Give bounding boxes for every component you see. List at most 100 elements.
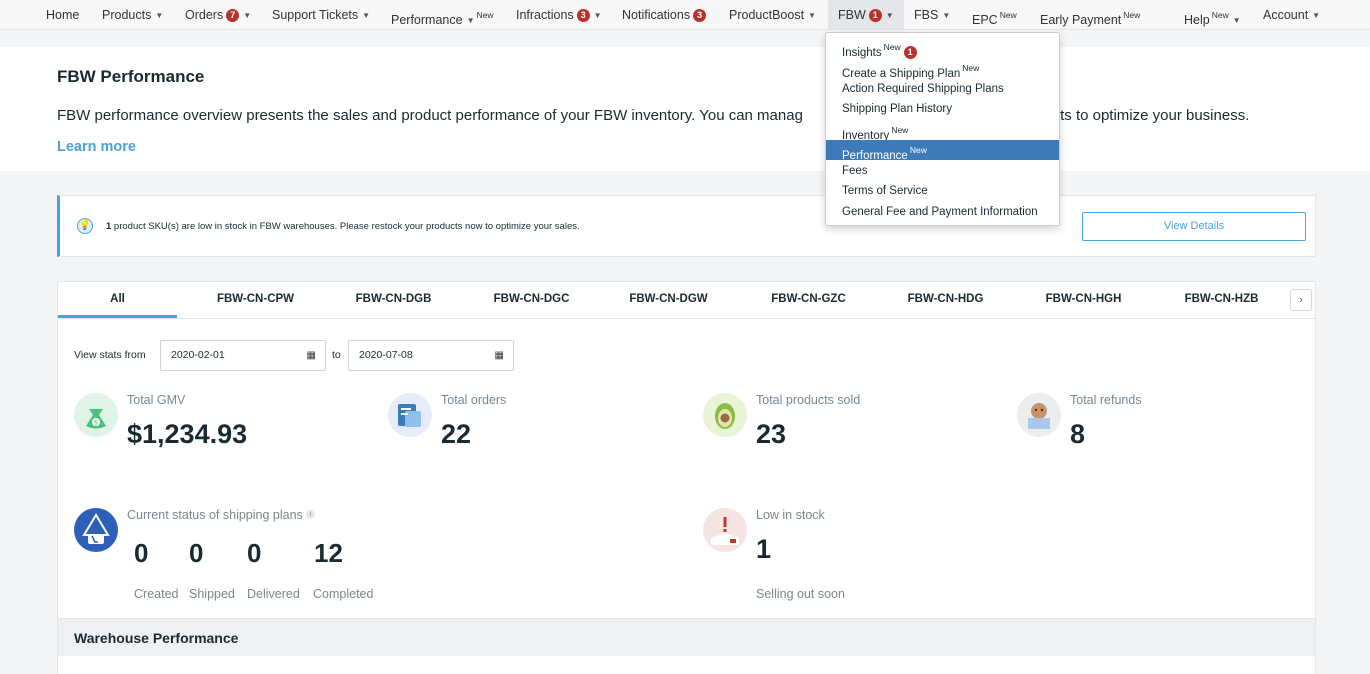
low-stock-sub: Selling out soon [756, 587, 845, 601]
nav-notifications-label: Notifications [622, 8, 691, 22]
menu-item-performance[interactable]: Performance New [826, 140, 1059, 162]
lightbulb-icon: 💡 [77, 218, 93, 234]
new-tag: New [909, 145, 927, 155]
total-orders-value: 22 [441, 419, 472, 449]
tab-fbw-cn-dgw[interactable]: FBW-CN-DGW [601, 282, 736, 318]
new-tag: New [891, 125, 909, 135]
tab-fbw-cn-dgb[interactable]: FBW-CN-DGB [326, 282, 461, 318]
infractions-count-badge: 3 [576, 9, 590, 22]
notifications-count-badge: 3 [693, 9, 707, 22]
fbw-dropdown-menu: Insights New 1 Create a Shipping Plan New A… [825, 32, 1060, 226]
created-count: 0 [134, 538, 149, 568]
view-details-button[interactable]: View Details [1082, 212, 1306, 241]
new-tag: New [1123, 10, 1141, 20]
nav-epc[interactable]: EPC New [972, 0, 1017, 30]
tab-fbw-cn-hdg[interactable]: FBW-CN-HDG [878, 282, 1013, 318]
nav-products-label: Products [102, 8, 152, 22]
new-tag: New [476, 10, 494, 20]
tab-all[interactable]: All [58, 282, 177, 318]
chevron-down-icon: ▼ [942, 11, 951, 20]
to-date-value: 2020-07-08 [359, 349, 413, 361]
fbw-count-badge: 1 [868, 9, 882, 22]
from-date-input[interactable]: 2020-02-01 ▦ [160, 340, 326, 371]
page-header: FBW Performance FBW performance overview… [0, 47, 1370, 171]
delivered-count: 0 [247, 538, 262, 568]
new-tag: New [883, 42, 901, 52]
shipped-count: 0 [189, 538, 204, 568]
completed-count: 12 [314, 538, 343, 568]
shipping-crane-icon [74, 508, 118, 552]
warehouse-performance-header: Warehouse Performance [58, 618, 1315, 656]
tab-fbw-cn-gzc[interactable]: FBW-CN-GZC [741, 282, 876, 318]
created-label: Created [134, 587, 179, 601]
chevron-down-icon: ▼ [243, 11, 252, 20]
page-description: FBW performance overview presents the sa… [57, 107, 1249, 124]
calendar-icon[interactable]: ▦ [495, 341, 504, 370]
completed-label: Completed [313, 587, 374, 601]
to-date-input[interactable]: 2020-07-08 ▦ [348, 340, 514, 371]
nav-early-payment-label: Early Payment [1040, 13, 1122, 27]
performance-panel: All FBW-CN-CPW FBW-CN-DGB FBW-CN-DGC FBW… [57, 281, 1316, 674]
menu-item-action-required[interactable]: Action Required Shipping Plans [826, 79, 1059, 99]
nav-performance-label: Performance [391, 13, 463, 27]
tab-fbw-cn-hgh[interactable]: FBW-CN-HGH [1016, 282, 1151, 318]
new-tag: New [999, 10, 1017, 20]
total-orders-label: Total orders [441, 393, 507, 407]
total-gmv-value: $1,234.93 [127, 419, 248, 449]
menu-item-terms-of-service[interactable]: Terms of Service [826, 181, 1059, 201]
delivered-label: Delivered [247, 587, 300, 601]
chevron-down-icon: ▼ [362, 11, 371, 20]
nav-epc-label: EPC [972, 13, 998, 27]
nav-fbw[interactable]: FBW 1 ▼ [828, 0, 904, 30]
nav-productboost[interactable]: ProductBoost ▼ [729, 0, 816, 30]
tab-fbw-cn-cpw[interactable]: FBW-CN-CPW [188, 282, 323, 318]
total-refunds-value: 8 [1070, 419, 1086, 449]
nav-productboost-label: ProductBoost [729, 8, 805, 22]
nav-notifications[interactable]: Notifications 3 [622, 0, 707, 30]
learn-more-link[interactable]: Learn more [57, 139, 136, 155]
chevron-down-icon: ▼ [1312, 11, 1321, 20]
menu-item-create-shipping-plan[interactable]: Create a Shipping Plan New [826, 58, 1059, 80]
chevron-down-icon: ▼ [1232, 16, 1241, 25]
nav-support-tickets[interactable]: Support Tickets ▼ [272, 0, 370, 30]
menu-item-general-fee[interactable]: General Fee and Payment Information [826, 202, 1059, 222]
warehouse-tabs: All FBW-CN-CPW FBW-CN-DGB FBW-CN-DGC FBW… [58, 282, 1315, 319]
total-gmv-label: Total GMV [127, 393, 186, 407]
menu-item-shipping-history[interactable]: Shipping Plan History [826, 99, 1059, 119]
alert-message: product SKU(s) are low in stock in FBW w… [111, 221, 580, 232]
nav-infractions[interactable]: Infractions 3 ▼ [516, 0, 602, 30]
nav-products[interactable]: Products ▼ [102, 0, 163, 30]
nav-fbs-label: FBS [914, 8, 939, 22]
menu-item-fees[interactable]: Fees [826, 161, 1059, 181]
menu-item-insights[interactable]: Insights New 1 [826, 37, 1059, 59]
low-stock-value: 1 [756, 534, 772, 564]
svg-text:$: $ [94, 419, 98, 427]
chevron-down-icon: ▼ [593, 11, 602, 20]
refund-box-icon [1017, 393, 1061, 437]
alert-text: 1 product SKU(s) are low in stock in FBW… [106, 221, 580, 232]
chevron-down-icon: ▼ [466, 16, 475, 25]
total-products-sold-label: Total products sold [756, 393, 861, 407]
warehouse-performance-title: Warehouse Performance [74, 630, 239, 646]
nav-support-label: Support Tickets [272, 8, 359, 22]
page-description-start: FBW performance overview presents the sa… [57, 107, 803, 124]
nav-orders[interactable]: Orders 7 ▼ [185, 0, 251, 30]
nav-help[interactable]: Help New▼ [1184, 0, 1241, 30]
tab-fbw-cn-dgc[interactable]: FBW-CN-DGC [464, 282, 599, 318]
nav-account[interactable]: Account ▼ [1263, 0, 1320, 30]
money-bag-icon: $ [74, 393, 118, 437]
tab-fbw-cn-hzb[interactable]: FBW-CN-HZB [1154, 282, 1289, 318]
tabs-next-button[interactable]: › [1290, 289, 1312, 311]
view-stats-label: View stats from [74, 349, 146, 361]
nav-performance[interactable]: Performance ▼New [391, 0, 494, 30]
orders-icon [388, 393, 432, 437]
nav-home[interactable]: Home [46, 0, 79, 30]
menu-item-inventory[interactable]: Inventory New [826, 120, 1059, 142]
avocado-icon [703, 393, 747, 437]
chevron-down-icon: ▼ [808, 11, 816, 20]
nav-account-label: Account [1263, 8, 1309, 22]
nav-early-payment[interactable]: Early Payment New [1040, 0, 1140, 30]
nav-fbs[interactable]: FBS ▼ [914, 0, 950, 30]
info-icon[interactable]: i [305, 510, 315, 519]
calendar-icon[interactable]: ▦ [307, 341, 316, 370]
